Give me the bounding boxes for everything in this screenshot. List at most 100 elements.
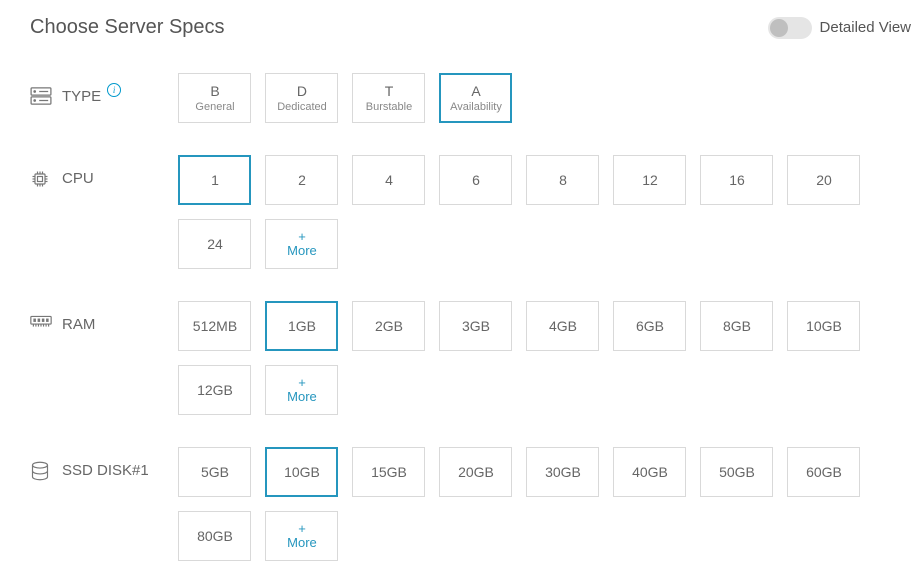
- cpu-row: CPU 1246812162024+More: [30, 155, 911, 269]
- option-value: 2GB: [375, 318, 403, 334]
- option-value: 12: [642, 172, 658, 188]
- option-value: 30GB: [545, 464, 581, 480]
- cpu-option-12[interactable]: 12: [613, 155, 686, 205]
- ram-options: 512MB 1GB 2GB 3GB 4GB 6GB 8GB 10GB 12GB +More: [178, 301, 911, 415]
- option-value: 10GB: [806, 318, 842, 334]
- more-label: More: [287, 389, 317, 404]
- option-name: Availability: [450, 101, 502, 113]
- type-options: B General D Dedicated T Burstable A Availabilit…: [178, 73, 911, 123]
- option-value: 1: [211, 172, 219, 188]
- cpu-icon: [30, 169, 52, 187]
- type-option-A[interactable]: A Availability: [439, 73, 512, 123]
- option-value: 60GB: [806, 464, 842, 480]
- ram-label: RAM: [62, 316, 95, 333]
- ram-option-12GB[interactable]: 12GB: [178, 365, 251, 415]
- ram-option-4GB[interactable]: 4GB: [526, 301, 599, 351]
- type-option-D[interactable]: D Dedicated: [265, 73, 338, 123]
- cpu-option-2[interactable]: 2: [265, 155, 338, 205]
- option-value: 4: [385, 172, 393, 188]
- type-label-group: TYPE i: [30, 73, 178, 105]
- disk-option-60GB[interactable]: 60GB: [787, 447, 860, 497]
- ram-option-10GB[interactable]: 10GB: [787, 301, 860, 351]
- ram-option-512MB[interactable]: 512MB: [178, 301, 251, 351]
- detailed-view-toggle-group: Detailed View: [768, 17, 911, 39]
- cpu-option-1[interactable]: 1: [178, 155, 251, 205]
- disk-option-10GB[interactable]: 10GB: [265, 447, 338, 497]
- option-value: 24: [207, 236, 223, 252]
- server-icon: [30, 87, 52, 105]
- option-value: 2: [298, 172, 306, 188]
- option-code: D: [297, 83, 307, 99]
- cpu-option-4[interactable]: 4: [352, 155, 425, 205]
- option-value: 80GB: [197, 528, 233, 544]
- option-name: General: [195, 101, 234, 113]
- disk-option-50GB[interactable]: 50GB: [700, 447, 773, 497]
- ram-option-6GB[interactable]: 6GB: [613, 301, 686, 351]
- info-icon[interactable]: i: [107, 83, 121, 97]
- disk-option-40GB[interactable]: 40GB: [613, 447, 686, 497]
- disk-option-15GB[interactable]: 15GB: [352, 447, 425, 497]
- cpu-option-24[interactable]: 24: [178, 219, 251, 269]
- option-value: 4GB: [549, 318, 577, 334]
- disk-option-80GB[interactable]: 80GB: [178, 511, 251, 561]
- option-name: Dedicated: [277, 101, 327, 113]
- cpu-option-6[interactable]: 6: [439, 155, 512, 205]
- option-value: 40GB: [632, 464, 668, 480]
- option-value: 6GB: [636, 318, 664, 334]
- disk-label: SSD DISK#1: [62, 462, 149, 479]
- ram-option-1GB[interactable]: 1GB: [265, 301, 338, 351]
- option-value: 5GB: [201, 464, 229, 480]
- option-value: 15GB: [371, 464, 407, 480]
- option-value: 12GB: [197, 382, 233, 398]
- option-value: 20: [816, 172, 832, 188]
- option-value: 1GB: [288, 318, 316, 334]
- cpu-label-group: CPU: [30, 155, 178, 187]
- option-value: 8GB: [723, 318, 751, 334]
- option-code: B: [210, 83, 219, 99]
- more-label: More: [287, 535, 317, 550]
- disk-options: 5GB 10GB 15GB 20GB 30GB 40GB 50GB 60GB 80GB +More: [178, 447, 911, 561]
- option-code: A: [471, 83, 480, 99]
- header: Choose Server Specs Detailed View: [10, 16, 911, 39]
- detailed-view-label: Detailed View: [820, 19, 911, 36]
- ram-option-3GB[interactable]: 3GB: [439, 301, 512, 351]
- ram-option-8GB[interactable]: 8GB: [700, 301, 773, 351]
- ram-icon: [30, 315, 52, 333]
- option-code: T: [385, 83, 394, 99]
- ram-row: RAM 512MB 1GB 2GB 3GB 4GB 6GB 8GB 10GB 12GB +More: [30, 301, 911, 415]
- ram-more-button[interactable]: +More: [265, 365, 338, 415]
- ram-label-group: RAM: [30, 301, 178, 333]
- disk-option-20GB[interactable]: 20GB: [439, 447, 512, 497]
- toggle-knob: [770, 19, 788, 37]
- disk-more-button[interactable]: +More: [265, 511, 338, 561]
- disk-icon: [30, 461, 52, 479]
- disk-option-30GB[interactable]: 30GB: [526, 447, 599, 497]
- disk-label-group: SSD DISK#1: [30, 447, 178, 479]
- option-value: 8: [559, 172, 567, 188]
- option-name: Burstable: [366, 101, 412, 113]
- cpu-more-button[interactable]: +More: [265, 219, 338, 269]
- type-option-B[interactable]: B General: [178, 73, 251, 123]
- type-option-T[interactable]: T Burstable: [352, 73, 425, 123]
- type-label: TYPE: [62, 88, 101, 105]
- cpu-options: 1246812162024+More: [178, 155, 911, 269]
- detailed-view-toggle[interactable]: [768, 17, 812, 39]
- page-title: Choose Server Specs: [30, 16, 225, 39]
- plus-icon: +: [298, 230, 306, 243]
- cpu-option-16[interactable]: 16: [700, 155, 773, 205]
- disk-row: SSD DISK#1 5GB 10GB 15GB 20GB 30GB 40GB 50GB 60…: [30, 447, 911, 561]
- disk-option-5GB[interactable]: 5GB: [178, 447, 251, 497]
- plus-icon: +: [298, 376, 306, 389]
- cpu-option-8[interactable]: 8: [526, 155, 599, 205]
- type-row: TYPE i B General D Dedicated T Burstable A Avai…: [30, 73, 911, 123]
- option-value: 20GB: [458, 464, 494, 480]
- option-value: 16: [729, 172, 745, 188]
- option-value: 10GB: [284, 464, 320, 480]
- ram-option-2GB[interactable]: 2GB: [352, 301, 425, 351]
- cpu-label: CPU: [62, 170, 94, 187]
- option-value: 6: [472, 172, 480, 188]
- option-value: 512MB: [193, 318, 237, 334]
- cpu-option-20[interactable]: 20: [787, 155, 860, 205]
- more-label: More: [287, 243, 317, 258]
- plus-icon: +: [298, 522, 306, 535]
